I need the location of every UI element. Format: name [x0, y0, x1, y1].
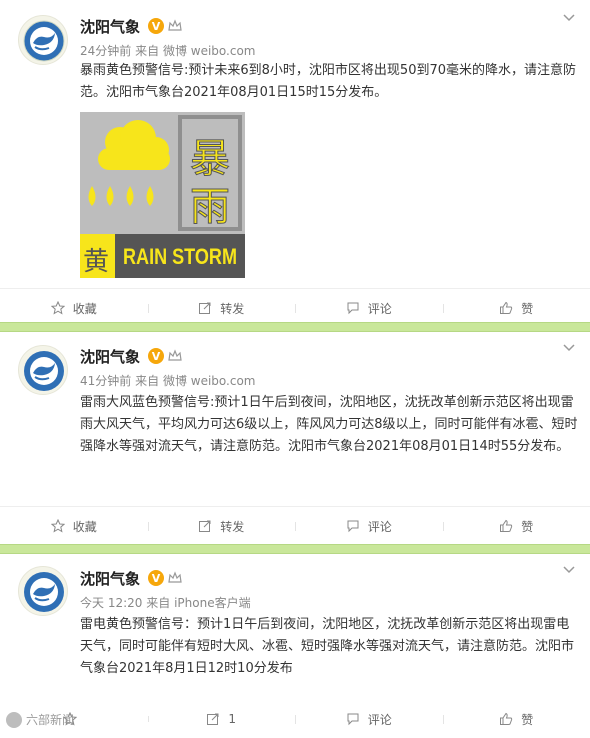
action-bar: 收藏 转发 评论 赞: [0, 506, 590, 545]
post-time[interactable]: 今天 12:20: [80, 596, 142, 610]
comment-label: 评论: [368, 300, 392, 317]
thumbs-up-icon: [499, 712, 513, 726]
meteorology-logo-icon: [19, 567, 68, 616]
avatar[interactable]: [18, 15, 68, 65]
post-source[interactable]: 微博 weibo.com: [163, 374, 256, 388]
post-meta: 今天 12:20 来自 iPhone客户端: [80, 594, 251, 611]
warning-caption: RAIN STORM: [123, 244, 237, 269]
repost-count: 1: [228, 712, 236, 726]
like-button[interactable]: 赞: [443, 300, 590, 317]
post-time[interactable]: 41分钟前: [80, 374, 131, 388]
weibo-post-1: 沈阳气象 V 24分钟前 来自 微博 weibo.com 暴雨黄色预警信号:预计…: [0, 0, 590, 322]
comment-icon: [346, 301, 360, 315]
post-meta: 41分钟前 来自 微博 weibo.com: [80, 372, 256, 389]
post-meta: 24分钟前 来自 微博 weibo.com: [80, 42, 256, 59]
post-text: 雷雨大风蓝色预警信号:预计1日午后到夜间，沈阳地区，沈抚改革创新示范区将出现雷雨…: [80, 392, 578, 458]
like-label: 赞: [521, 518, 533, 535]
like-label: 赞: [521, 711, 533, 728]
repost-label: 转发: [220, 300, 244, 317]
repost-icon: [198, 301, 212, 315]
repost-button[interactable]: 转发: [148, 300, 296, 317]
comment-label: 评论: [368, 518, 392, 535]
comment-icon: [346, 712, 360, 726]
crown-icon: [168, 571, 182, 585]
meteorology-logo-icon: [19, 16, 68, 65]
source-prefix: 来自: [146, 596, 170, 610]
crown-icon: [168, 19, 182, 33]
thumbs-up-icon: [499, 519, 513, 533]
author-name[interactable]: 沈阳气象: [80, 16, 140, 37]
verified-badge-icon: V: [148, 348, 164, 364]
verified-badge-icon: V: [148, 18, 164, 34]
watermark-logo-icon: [6, 712, 22, 728]
repost-label: 转发: [220, 518, 244, 535]
comment-button[interactable]: 评论: [295, 711, 443, 728]
chevron-down-icon[interactable]: [562, 340, 576, 354]
watermark-text: 六部新闻: [26, 711, 74, 728]
favorite-button[interactable]: 收藏: [0, 300, 148, 317]
watermark: 六部新闻: [6, 711, 74, 728]
post-source[interactable]: 微博 weibo.com: [163, 44, 256, 58]
verified-badge-icon: V: [148, 570, 164, 586]
comment-button[interactable]: 评论: [295, 518, 443, 535]
comment-icon: [346, 519, 360, 533]
star-icon: [51, 301, 65, 315]
action-bar: 1 评论 赞: [0, 700, 590, 738]
repost-button[interactable]: 转发: [148, 518, 296, 535]
favorite-button[interactable]: 收藏: [0, 518, 148, 535]
action-bar: 收藏 转发 评论 赞: [0, 288, 590, 327]
thumbs-up-icon: [499, 301, 513, 315]
favorite-label: 收藏: [73, 300, 97, 317]
repost-icon: [198, 519, 212, 533]
avatar[interactable]: [18, 345, 68, 395]
post-time[interactable]: 24分钟前: [80, 44, 131, 58]
star-icon: [51, 519, 65, 533]
repost-icon: [206, 712, 220, 726]
favorite-label: 收藏: [73, 518, 97, 535]
author-name[interactable]: 沈阳气象: [80, 568, 140, 589]
comment-button[interactable]: 评论: [295, 300, 443, 317]
like-button[interactable]: 赞: [443, 518, 590, 535]
chevron-down-icon[interactable]: [562, 562, 576, 576]
rainstorm-warning-image[interactable]: 暴 雨 黄 RAIN STORM: [80, 112, 245, 278]
warning-char-2: 雨: [190, 184, 230, 230]
post-source[interactable]: iPhone客户端: [174, 596, 251, 610]
warning-char-1: 暴: [190, 136, 230, 182]
feed-separator: [0, 544, 590, 554]
post-text: 暴雨黄色预警信号:预计未来6到8小时，沈阳市区将出现50到70毫米的降水，请注意…: [80, 60, 578, 104]
post-text: 雷电黄色预警信号：预计1日午后到夜间，沈阳地区，沈抚改革创新示范区将出现雷电天气…: [80, 614, 578, 680]
like-label: 赞: [521, 300, 533, 317]
weibo-post-3: 沈阳气象 V 今天 12:20 来自 iPhone客户端 雷电黄色预警信号：预计…: [0, 554, 590, 734]
weibo-post-2: 沈阳气象 V 41分钟前 来自 微博 weibo.com 雷雨大风蓝色预警信号:…: [0, 332, 590, 544]
avatar[interactable]: [18, 566, 68, 616]
crown-icon: [168, 349, 182, 363]
source-prefix: 来自: [135, 44, 159, 58]
source-prefix: 来自: [135, 374, 159, 388]
comment-label: 评论: [368, 711, 392, 728]
repost-button[interactable]: 1: [148, 712, 296, 726]
author-name[interactable]: 沈阳气象: [80, 346, 140, 367]
like-button[interactable]: 赞: [443, 711, 590, 728]
warning-level-char: 黄: [83, 247, 109, 277]
meteorology-logo-icon: [19, 346, 68, 395]
chevron-down-icon[interactable]: [562, 10, 576, 24]
